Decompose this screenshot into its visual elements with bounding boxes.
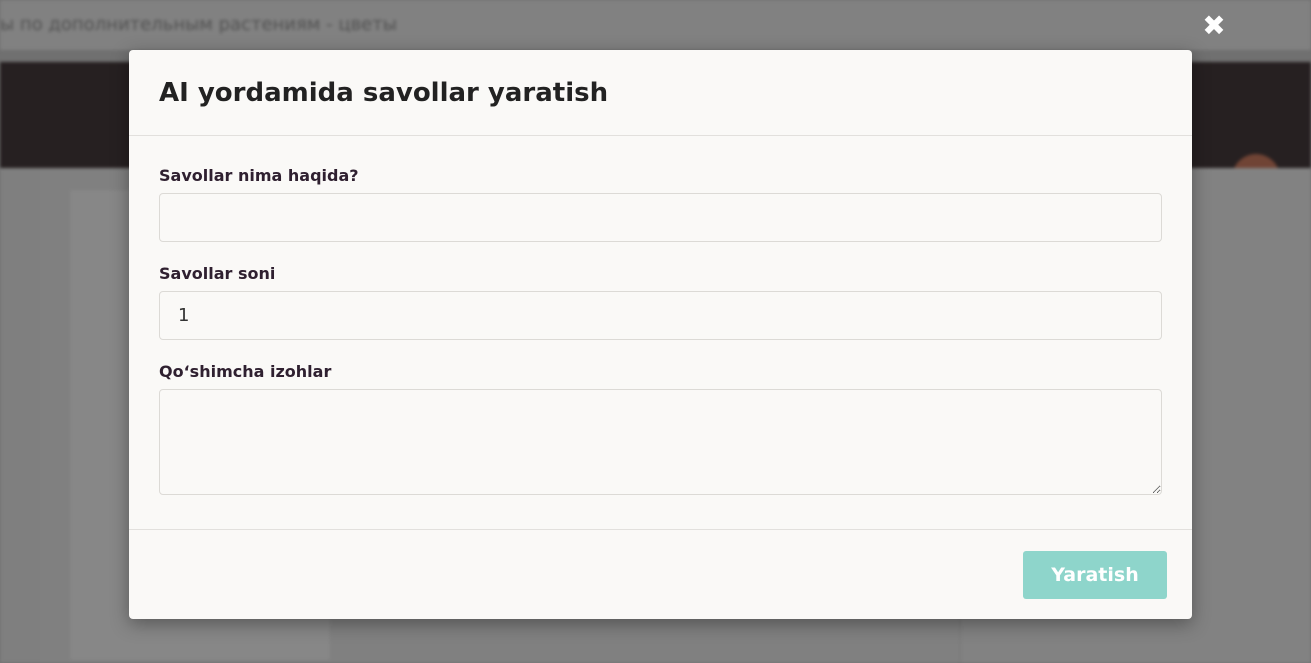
- count-label: Savollar soni: [159, 264, 276, 283]
- dialog-header: AI yordamida savollar yaratish: [129, 50, 1192, 136]
- count-input[interactable]: [159, 291, 1162, 340]
- dialog-footer: Yaratish: [129, 530, 1192, 618]
- notes-textarea[interactable]: [159, 389, 1162, 495]
- generate-button[interactable]: Yaratish: [1023, 551, 1167, 599]
- dialog-title: AI yordamida savollar yaratish: [159, 77, 609, 108]
- ai-questions-dialog: AI yordamida savollar yaratish Savollar …: [129, 50, 1192, 619]
- topic-label: Savollar nima haqida?: [159, 166, 359, 185]
- close-icon[interactable]: ✖: [1200, 12, 1228, 40]
- topic-input[interactable]: [159, 193, 1162, 242]
- notes-label: Qo‘shimcha izohlar: [159, 362, 332, 381]
- dialog-body: Savollar nima haqida? Savollar soni Qo‘s…: [129, 136, 1192, 530]
